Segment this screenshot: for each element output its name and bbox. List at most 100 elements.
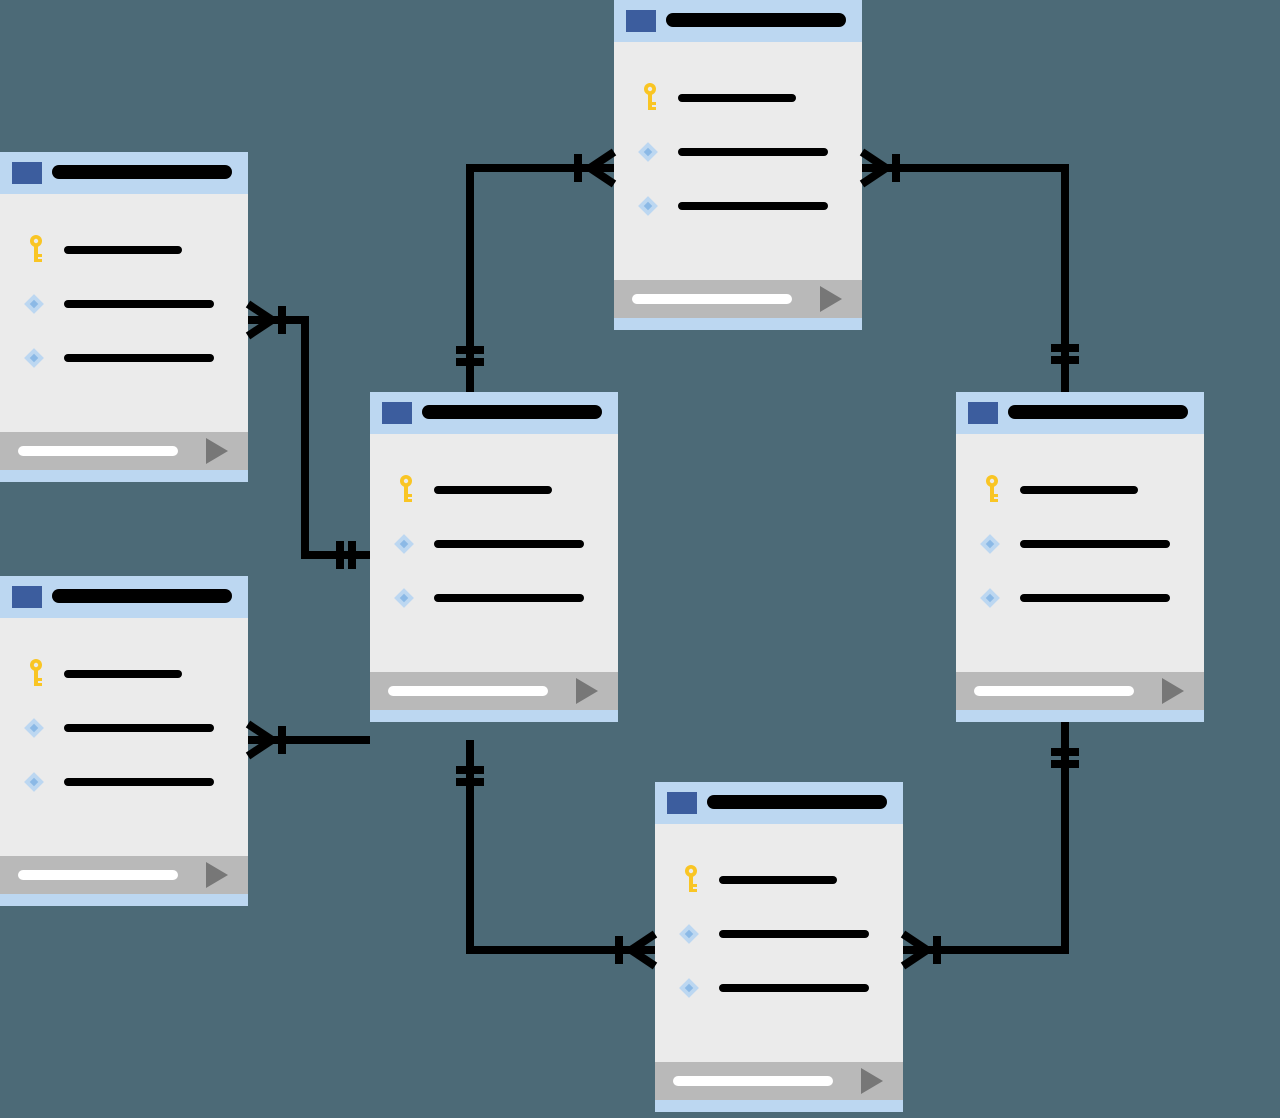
field-placeholder bbox=[434, 540, 584, 548]
entity-row bbox=[655, 854, 903, 904]
titlebar-text-placeholder bbox=[422, 405, 602, 419]
field-placeholder bbox=[64, 724, 214, 732]
key-icon bbox=[677, 864, 705, 896]
entity-titlebar bbox=[614, 0, 862, 42]
field-placeholder bbox=[434, 594, 584, 602]
footer-bar bbox=[974, 686, 1134, 696]
entity-titlebar bbox=[0, 152, 248, 194]
field-placeholder bbox=[719, 984, 869, 992]
field-placeholder bbox=[719, 876, 837, 884]
entity-e5 bbox=[655, 782, 903, 1112]
footer-strip bbox=[614, 318, 862, 330]
entity-footer bbox=[655, 1062, 903, 1112]
footer-bar bbox=[632, 294, 792, 304]
field-placeholder bbox=[64, 778, 214, 786]
entity-row bbox=[655, 962, 903, 1012]
entity-e3 bbox=[370, 392, 618, 722]
play-icon bbox=[206, 862, 228, 888]
footer-strip bbox=[0, 470, 248, 482]
entity-footer bbox=[956, 672, 1204, 722]
entity-row bbox=[956, 572, 1204, 622]
entity-body bbox=[655, 824, 903, 1062]
entity-e4 bbox=[614, 0, 862, 330]
entity-row bbox=[370, 464, 618, 514]
footer-bar bbox=[673, 1076, 833, 1086]
footer-bar bbox=[18, 870, 178, 880]
field-placeholder bbox=[1020, 594, 1170, 602]
entity-footer bbox=[0, 856, 248, 906]
footer-bar bbox=[18, 446, 178, 456]
entity-body bbox=[370, 434, 618, 672]
entity-titlebar bbox=[370, 392, 618, 434]
diagram-canvas bbox=[0, 0, 1280, 1118]
diamond-icon bbox=[22, 292, 46, 316]
entity-footer bbox=[370, 672, 618, 722]
diamond-icon bbox=[392, 586, 416, 610]
titlebar-text-placeholder bbox=[666, 13, 846, 27]
field-placeholder bbox=[678, 94, 796, 102]
titlebar-square-icon bbox=[968, 402, 998, 424]
footer-strip bbox=[956, 710, 1204, 722]
titlebar-square-icon bbox=[667, 792, 697, 814]
footer-strip bbox=[370, 710, 618, 722]
key-icon bbox=[22, 234, 50, 266]
entity-row bbox=[0, 278, 248, 328]
diamond-icon bbox=[22, 346, 46, 370]
entity-row bbox=[956, 464, 1204, 514]
entity-body bbox=[956, 434, 1204, 672]
footer-strip bbox=[0, 894, 248, 906]
entity-e6 bbox=[956, 392, 1204, 722]
key-icon bbox=[978, 474, 1006, 506]
entity-body bbox=[0, 194, 248, 432]
diamond-icon bbox=[22, 770, 46, 794]
entity-titlebar bbox=[956, 392, 1204, 434]
play-icon bbox=[206, 438, 228, 464]
play-icon bbox=[820, 286, 842, 312]
entity-footer bbox=[614, 280, 862, 330]
play-icon bbox=[576, 678, 598, 704]
entity-titlebar bbox=[0, 576, 248, 618]
diamond-icon bbox=[677, 922, 701, 946]
field-placeholder bbox=[64, 354, 214, 362]
field-placeholder bbox=[1020, 486, 1138, 494]
footer-strip bbox=[655, 1100, 903, 1112]
titlebar-text-placeholder bbox=[52, 589, 232, 603]
titlebar-square-icon bbox=[12, 162, 42, 184]
diamond-icon bbox=[392, 532, 416, 556]
entity-row bbox=[0, 648, 248, 698]
key-icon bbox=[392, 474, 420, 506]
diamond-icon bbox=[677, 976, 701, 1000]
field-placeholder bbox=[64, 246, 182, 254]
titlebar-text-placeholder bbox=[52, 165, 232, 179]
key-icon bbox=[636, 82, 664, 114]
play-icon bbox=[1162, 678, 1184, 704]
diamond-icon bbox=[636, 140, 660, 164]
entity-row bbox=[956, 518, 1204, 568]
field-placeholder bbox=[678, 202, 828, 210]
entity-body bbox=[0, 618, 248, 856]
entity-row bbox=[370, 572, 618, 622]
entity-row bbox=[0, 756, 248, 806]
play-icon bbox=[861, 1068, 883, 1094]
entity-row bbox=[614, 180, 862, 230]
titlebar-square-icon bbox=[626, 10, 656, 32]
entity-row bbox=[370, 518, 618, 568]
titlebar-text-placeholder bbox=[707, 795, 887, 809]
entity-body bbox=[614, 42, 862, 280]
diamond-icon bbox=[978, 532, 1002, 556]
entity-e1 bbox=[0, 152, 248, 482]
diamond-icon bbox=[22, 716, 46, 740]
field-placeholder bbox=[719, 930, 869, 938]
field-placeholder bbox=[678, 148, 828, 156]
titlebar-text-placeholder bbox=[1008, 405, 1188, 419]
key-icon bbox=[22, 658, 50, 690]
entity-row bbox=[0, 702, 248, 752]
field-placeholder bbox=[64, 670, 182, 678]
entity-titlebar bbox=[655, 782, 903, 824]
titlebar-square-icon bbox=[12, 586, 42, 608]
field-placeholder bbox=[64, 300, 214, 308]
diamond-icon bbox=[978, 586, 1002, 610]
entity-footer bbox=[0, 432, 248, 482]
entity-row bbox=[614, 72, 862, 122]
field-placeholder bbox=[1020, 540, 1170, 548]
